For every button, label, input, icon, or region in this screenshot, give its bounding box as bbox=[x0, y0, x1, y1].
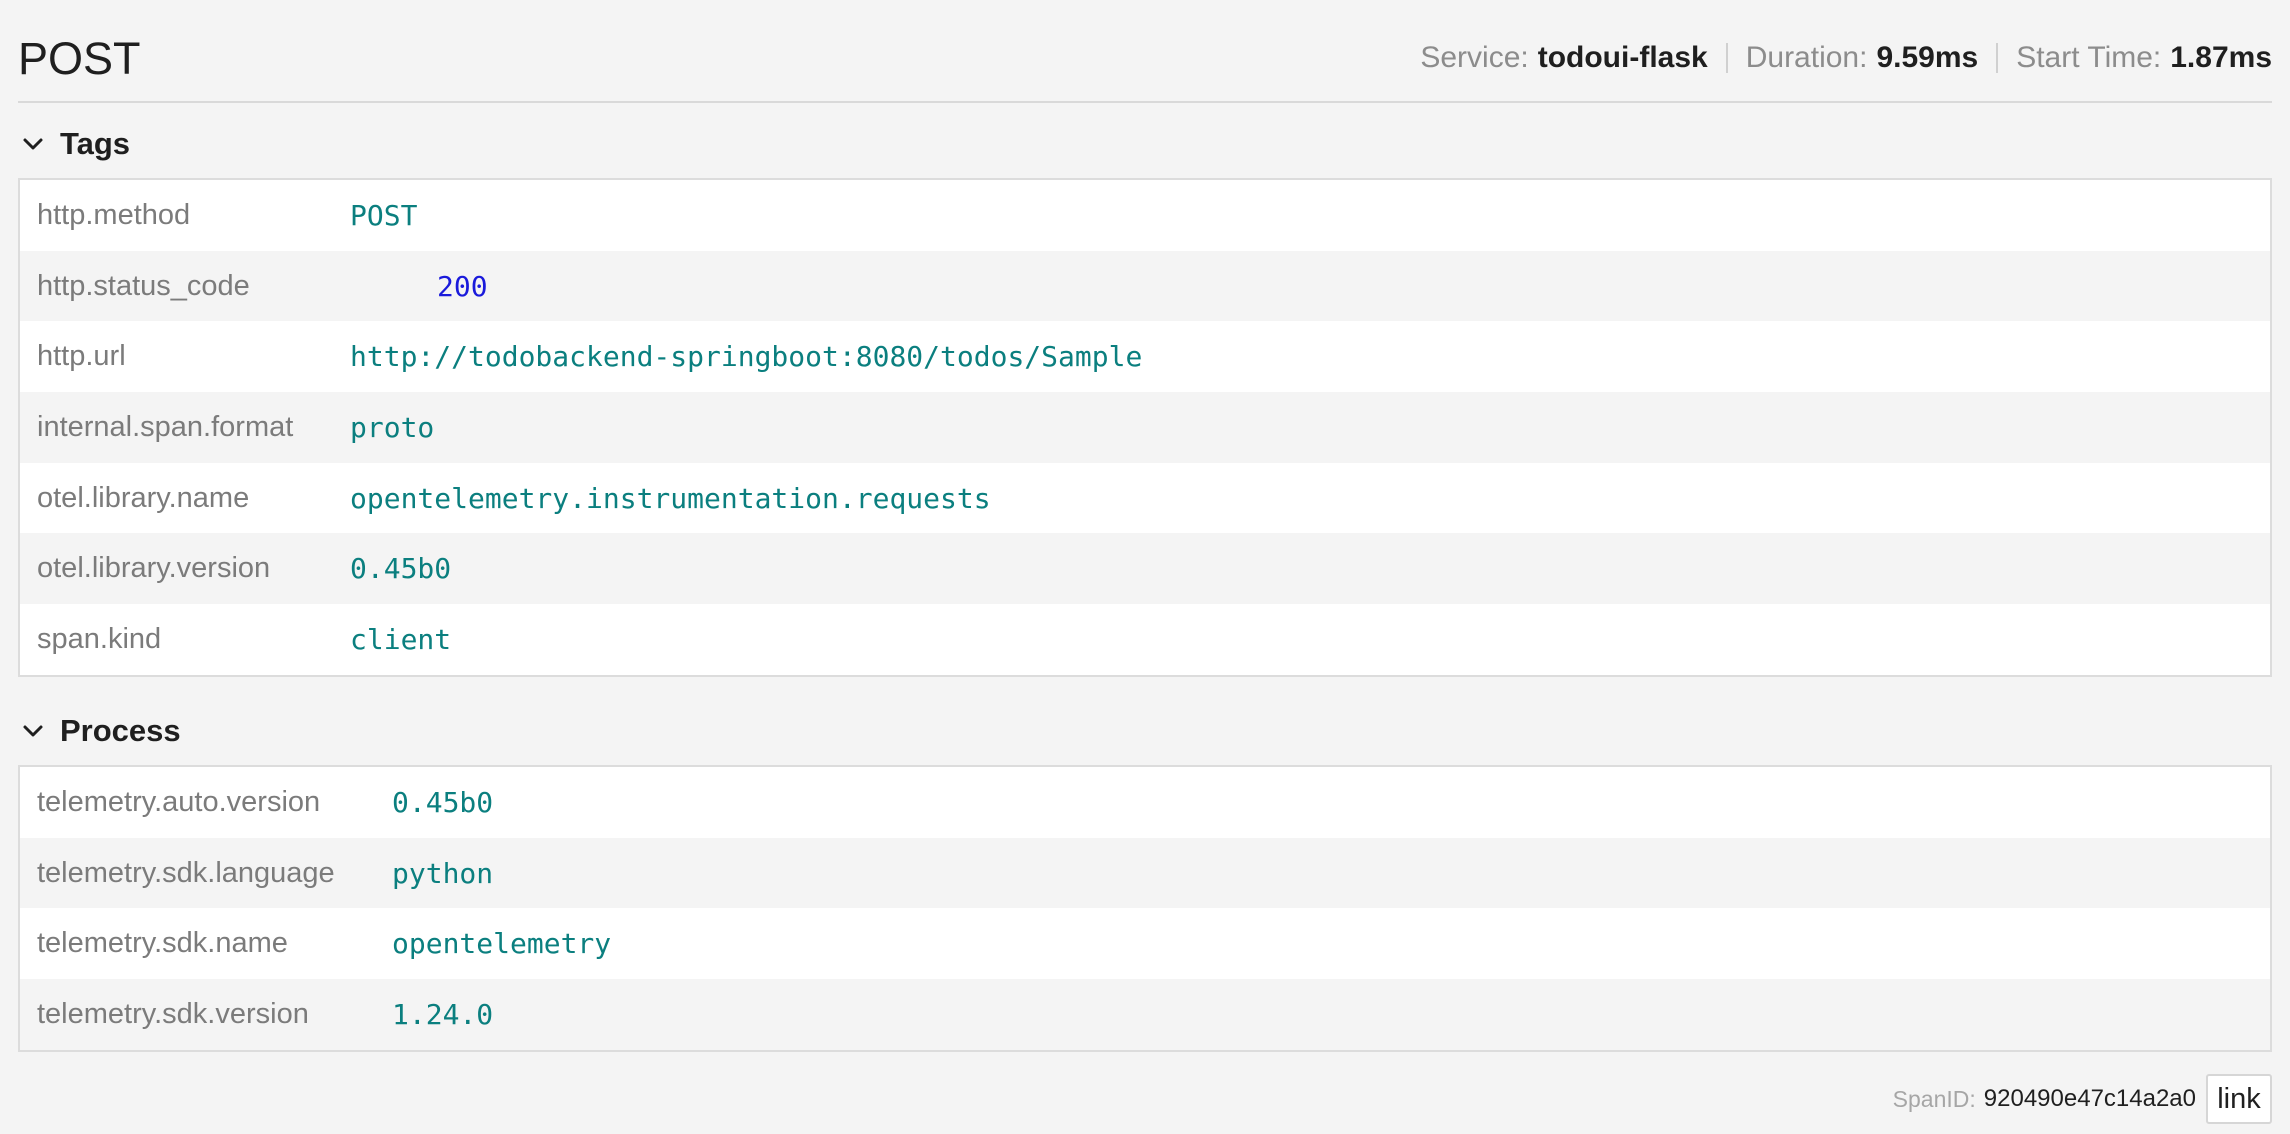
table-row: otel.library.name opentelemetry.instrume… bbox=[20, 462, 2270, 534]
table-row: telemetry.sdk.name opentelemetry bbox=[20, 908, 2270, 980]
span-detail: POST Service: todoui-flask Duration: 9.5… bbox=[0, 0, 2290, 1134]
page-title: POST bbox=[18, 33, 141, 84]
span-id-label: SpanID: bbox=[1892, 1085, 1976, 1112]
start-time-value: 1.87ms bbox=[2170, 41, 2272, 74]
tag-value: POST bbox=[350, 198, 418, 232]
process-key: telemetry.sdk.version bbox=[37, 997, 309, 1030]
span-header: POST Service: todoui-flask Duration: 9.5… bbox=[18, 0, 2272, 103]
divider bbox=[1725, 43, 1728, 73]
process-title: Process bbox=[60, 713, 181, 748]
table-row: telemetry.sdk.language python bbox=[20, 837, 2270, 909]
tags-toggle[interactable]: Tags bbox=[18, 124, 130, 164]
process-toggle[interactable]: Process bbox=[18, 711, 181, 751]
tag-value: proto bbox=[350, 410, 435, 444]
table-row: http.method POST bbox=[20, 180, 2270, 251]
tag-key: http.method bbox=[37, 198, 191, 231]
span-meta: Service: todoui-flask Duration: 9.59ms S… bbox=[1420, 40, 2272, 76]
start-time-label: Start Time: bbox=[2016, 41, 2162, 74]
process-key: telemetry.sdk.language bbox=[37, 856, 335, 889]
tag-value: http://todobackend-springboot:8080/todos… bbox=[350, 340, 1143, 374]
process-value: 1.24.0 bbox=[392, 997, 494, 1031]
span-footer: SpanID: 920490e47c14a2a0 link bbox=[1893, 1074, 2272, 1124]
tags-table: http.method POST http.status_code 200 ht… bbox=[18, 178, 2272, 677]
table-row: telemetry.sdk.version 1.24.0 bbox=[20, 979, 2270, 1050]
link-button[interactable]: link bbox=[2206, 1074, 2272, 1124]
process-value: python bbox=[392, 856, 494, 890]
chevron-down-icon bbox=[23, 138, 43, 150]
duration-value: 9.59ms bbox=[1876, 41, 1979, 74]
tag-value: opentelemetry.instrumentation.requests bbox=[350, 481, 991, 515]
table-row: otel.library.version 0.45b0 bbox=[20, 533, 2270, 605]
process-value: opentelemetry bbox=[392, 927, 612, 961]
table-row: http.url http://todobackend-springboot:8… bbox=[20, 321, 2270, 393]
table-row: telemetry.auto.version 0.45b0 bbox=[20, 767, 2270, 838]
tags-title: Tags bbox=[60, 126, 131, 161]
tag-key: http.status_code bbox=[37, 269, 250, 302]
tag-key: otel.library.version bbox=[37, 552, 271, 585]
chevron-down-icon bbox=[23, 725, 43, 737]
tag-key: internal.span.format bbox=[37, 410, 294, 443]
tag-value: 0.45b0 bbox=[350, 552, 452, 586]
duration-label: Duration: bbox=[1745, 41, 1868, 74]
table-row: http.status_code 200 bbox=[20, 250, 2270, 322]
process-key: telemetry.sdk.name bbox=[37, 927, 288, 960]
tag-key: span.kind bbox=[37, 622, 162, 655]
divider bbox=[1996, 43, 1999, 73]
span-id-value: 920490e47c14a2a0 bbox=[1983, 1085, 2196, 1112]
tag-value: 200 bbox=[437, 269, 488, 303]
tag-value: client bbox=[350, 622, 452, 656]
tag-key: otel.library.name bbox=[37, 481, 250, 514]
process-key: telemetry.auto.version bbox=[37, 785, 321, 818]
service-label: Service: bbox=[1420, 41, 1529, 74]
table-row: internal.span.format proto bbox=[20, 392, 2270, 463]
tag-key: http.url bbox=[37, 340, 126, 373]
table-row: span.kind client bbox=[20, 604, 2270, 675]
service-value: todoui-flask bbox=[1537, 41, 1708, 74]
process-table: telemetry.auto.version 0.45b0 telemetry.… bbox=[18, 765, 2272, 1052]
process-value: 0.45b0 bbox=[392, 785, 494, 819]
